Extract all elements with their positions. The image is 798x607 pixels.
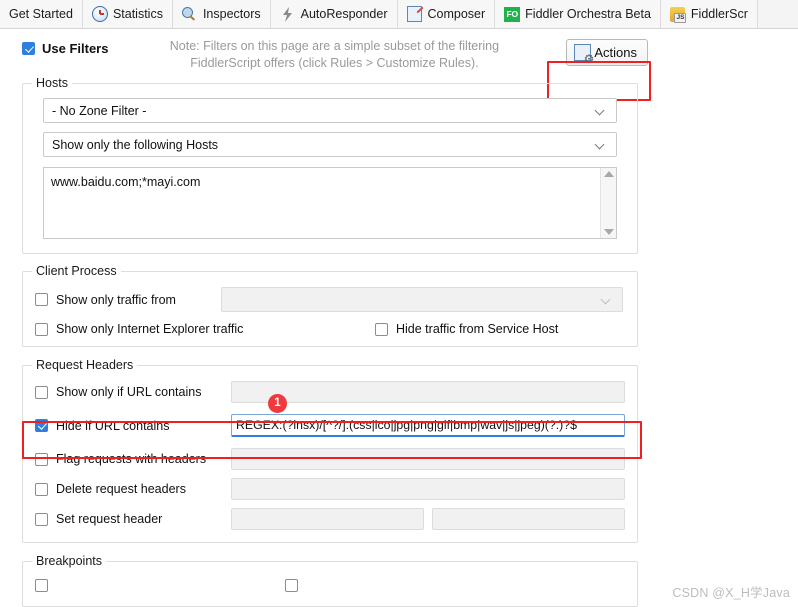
show-only-traffic-from-label: Show only traffic from [56,292,176,307]
host-list-input[interactable]: www.baidu.com;*mayi.com [44,168,600,238]
scroll-down-icon[interactable] [603,229,614,235]
zone-filter-value: - No Zone Filter - [52,103,147,118]
hide-if-url-contains-check[interactable]: Hide if URL contains [35,419,231,433]
hide-if-url-contains-row: Hide if URL contains REGEX:(?insx)/[^?/]… [35,414,625,437]
tab-strip[interactable]: Get Started Statistics Inspectors AutoRe… [0,0,798,29]
show-only-traffic-from-check[interactable]: Show only traffic from [35,293,221,307]
tab-fiddlerscript[interactable]: FiddlerScr [660,0,758,28]
tab-label: FiddlerScr [690,6,748,21]
filters-page: Use Filters Note: Filters on this page a… [0,29,798,607]
tab-get-started[interactable]: Get Started [0,0,83,28]
show-only-traffic-from-row: Show only traffic from [35,287,625,312]
set-request-header-label: Set request header [56,512,163,526]
delete-request-headers-input[interactable] [231,478,625,500]
hide-service-host-label: Hide traffic from Service Host [396,322,559,336]
breakpoints-legend: Breakpoints [32,554,107,568]
set-request-header-row: Set request header [35,508,625,530]
show-only-traffic-from-checkbox[interactable] [35,293,48,306]
actions-button[interactable]: Actions [566,39,648,66]
host-mode-value: Show only the following Hosts [52,137,219,152]
set-request-header-checkbox[interactable] [35,512,48,526]
filters-note-line-2: FiddlerScript offers (click Rules > Cust… [190,56,479,70]
delete-request-headers-row: Delete request headers [35,478,625,500]
actions-button-label: Actions [594,45,637,60]
flag-requests-input[interactable] [231,448,625,470]
tab-label: Composer [427,6,486,21]
chevron-down-icon [601,294,612,305]
hide-service-host-check[interactable]: Hide traffic from Service Host [375,322,558,336]
use-filters-row[interactable]: Use Filters [22,41,108,56]
show-only-ie-traffic-label: Show only Internet Explorer traffic [56,322,244,336]
tab-statistics[interactable]: Statistics [82,0,173,28]
set-request-header-check[interactable]: Set request header [35,512,231,526]
tab-label: AutoResponder [300,6,388,21]
show-only-if-url-contains-label: Show only if URL contains [56,385,202,399]
chevron-down-icon [595,139,606,150]
tab-autoresponder[interactable]: AutoResponder [270,0,398,28]
actions-button-wrapper: Actions [566,39,648,66]
host-list-box[interactable]: www.baidu.com;*mayi.com [43,167,617,239]
tab-composer[interactable]: Composer [397,0,496,28]
use-filters-checkbox[interactable] [22,42,35,55]
show-only-if-url-contains-input[interactable] [231,381,625,403]
breakpoint-response-check[interactable] [285,579,298,592]
hide-service-host-checkbox[interactable] [375,322,388,336]
tab-label: Fiddler Orchestra Beta [525,6,651,21]
hide-if-url-contains-input[interactable]: REGEX:(?insx)/[^?/].(css|ico|jpg|png|gif… [231,414,625,437]
breakpoint-response-checkbox[interactable] [285,579,298,592]
tab-label: Statistics [112,6,163,21]
hide-if-url-contains-checkbox[interactable] [35,419,48,432]
show-only-if-url-contains-checkbox[interactable] [35,385,48,399]
compose-icon [407,6,423,22]
set-request-header-value-input[interactable] [432,508,625,530]
hide-if-url-contains-label: Hide if URL contains [56,418,170,433]
show-only-if-url-contains-check[interactable]: Show only if URL contains [35,385,231,399]
filters-topbar: Use Filters Note: Filters on this page a… [0,29,798,73]
tab-fiddler-orchestra-beta[interactable]: FO Fiddler Orchestra Beta [495,0,661,28]
flag-requests-check[interactable]: Flag requests with headers [35,452,231,466]
client-process-group: Client Process Show only traffic from Sh… [22,264,638,347]
magnifier-icon [182,6,198,22]
flag-requests-row: Flag requests with headers [35,448,625,470]
tab-label: Get Started [9,6,73,21]
show-only-ie-traffic-checkbox[interactable] [35,322,48,336]
breakpoint-request-checkbox[interactable] [35,579,48,592]
delete-request-headers-check[interactable]: Delete request headers [35,482,231,496]
tab-inspectors[interactable]: Inspectors [172,0,271,28]
show-only-ie-traffic-check[interactable]: Show only Internet Explorer traffic [35,322,375,336]
tab-label: Inspectors [202,6,261,21]
scroll-up-icon[interactable] [603,171,614,177]
actions-icon [574,44,594,65]
chevron-down-icon [595,105,606,116]
js-icon [670,6,687,23]
zone-filter-combo[interactable]: - No Zone Filter - [43,98,617,123]
breakpoint-request-check[interactable] [35,579,285,592]
use-filters-label: Use Filters [42,41,109,56]
delete-request-headers-label: Delete request headers [56,482,186,496]
clock-icon [91,6,108,22]
hosts-group: Hosts - No Zone Filter - Show only the f… [22,76,638,254]
breakpoints-row [35,579,625,592]
bolt-icon [280,6,296,22]
client-process-options-row: Show only Internet Explorer traffic Hide… [35,322,625,336]
client-process-combo[interactable] [221,287,623,312]
delete-request-headers-checkbox[interactable] [35,482,48,496]
client-process-legend: Client Process [32,264,121,278]
filters-note: Note: Filters on this page are a simple … [108,38,566,72]
fo-icon: FO [504,6,521,22]
hosts-legend: Hosts [32,76,72,90]
request-headers-group: Request Headers Show only if URL contain… [22,358,638,543]
request-headers-legend: Request Headers [32,358,138,372]
host-list-scrollbar[interactable] [600,168,616,238]
show-only-if-url-contains-row: Show only if URL contains [35,381,625,403]
filters-note-line-1: Note: Filters on this page are a simple … [169,39,500,53]
flag-requests-label: Flag requests with headers [56,452,207,466]
watermark: CSDN @X_H学Java [672,586,790,600]
flag-requests-checkbox[interactable] [35,452,48,466]
set-request-header-name-input[interactable] [231,508,424,530]
breakpoints-group: Breakpoints [22,554,638,607]
host-mode-combo[interactable]: Show only the following Hosts [43,132,617,157]
callout-badge-1: 1 [268,394,287,413]
